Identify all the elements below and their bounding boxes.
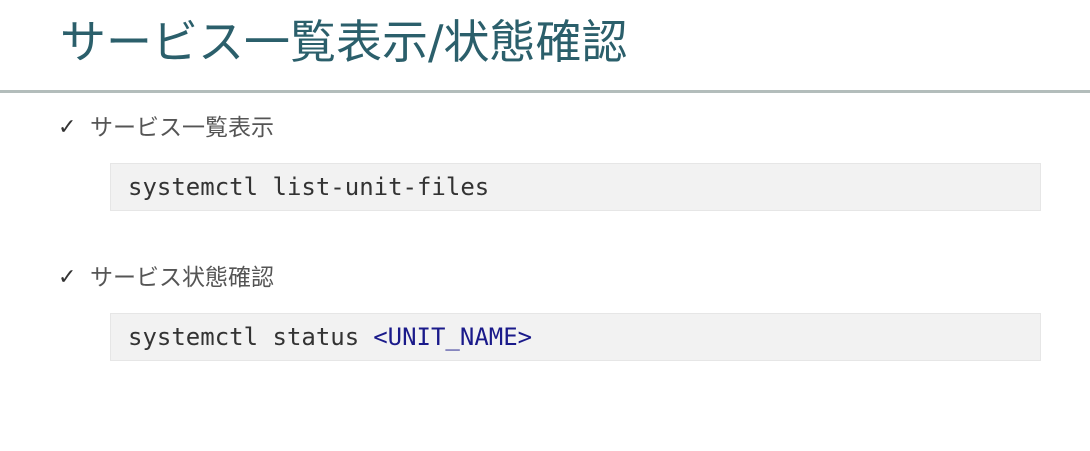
title-divider xyxy=(0,90,1090,93)
code-argument: <UNIT_NAME> xyxy=(373,323,533,351)
bullet-item: ✓ サービス一覧表示 xyxy=(58,111,274,145)
bullet-item: ✓ サービス状態確認 xyxy=(58,261,274,295)
code-block: systemctl status <UNIT_NAME> xyxy=(110,313,1041,361)
check-icon: ✓ xyxy=(58,265,77,290)
code-command: systemctl status xyxy=(128,323,360,351)
bullet-label: サービス状態確認 xyxy=(90,265,274,291)
bullet-label: サービス一覧表示 xyxy=(90,115,274,141)
page-title: サービス一覧表示/状態確認 xyxy=(60,15,628,69)
code-command: systemctl list-unit-files xyxy=(128,173,490,201)
code-block: systemctl list-unit-files xyxy=(110,163,1041,211)
check-icon: ✓ xyxy=(58,115,77,140)
